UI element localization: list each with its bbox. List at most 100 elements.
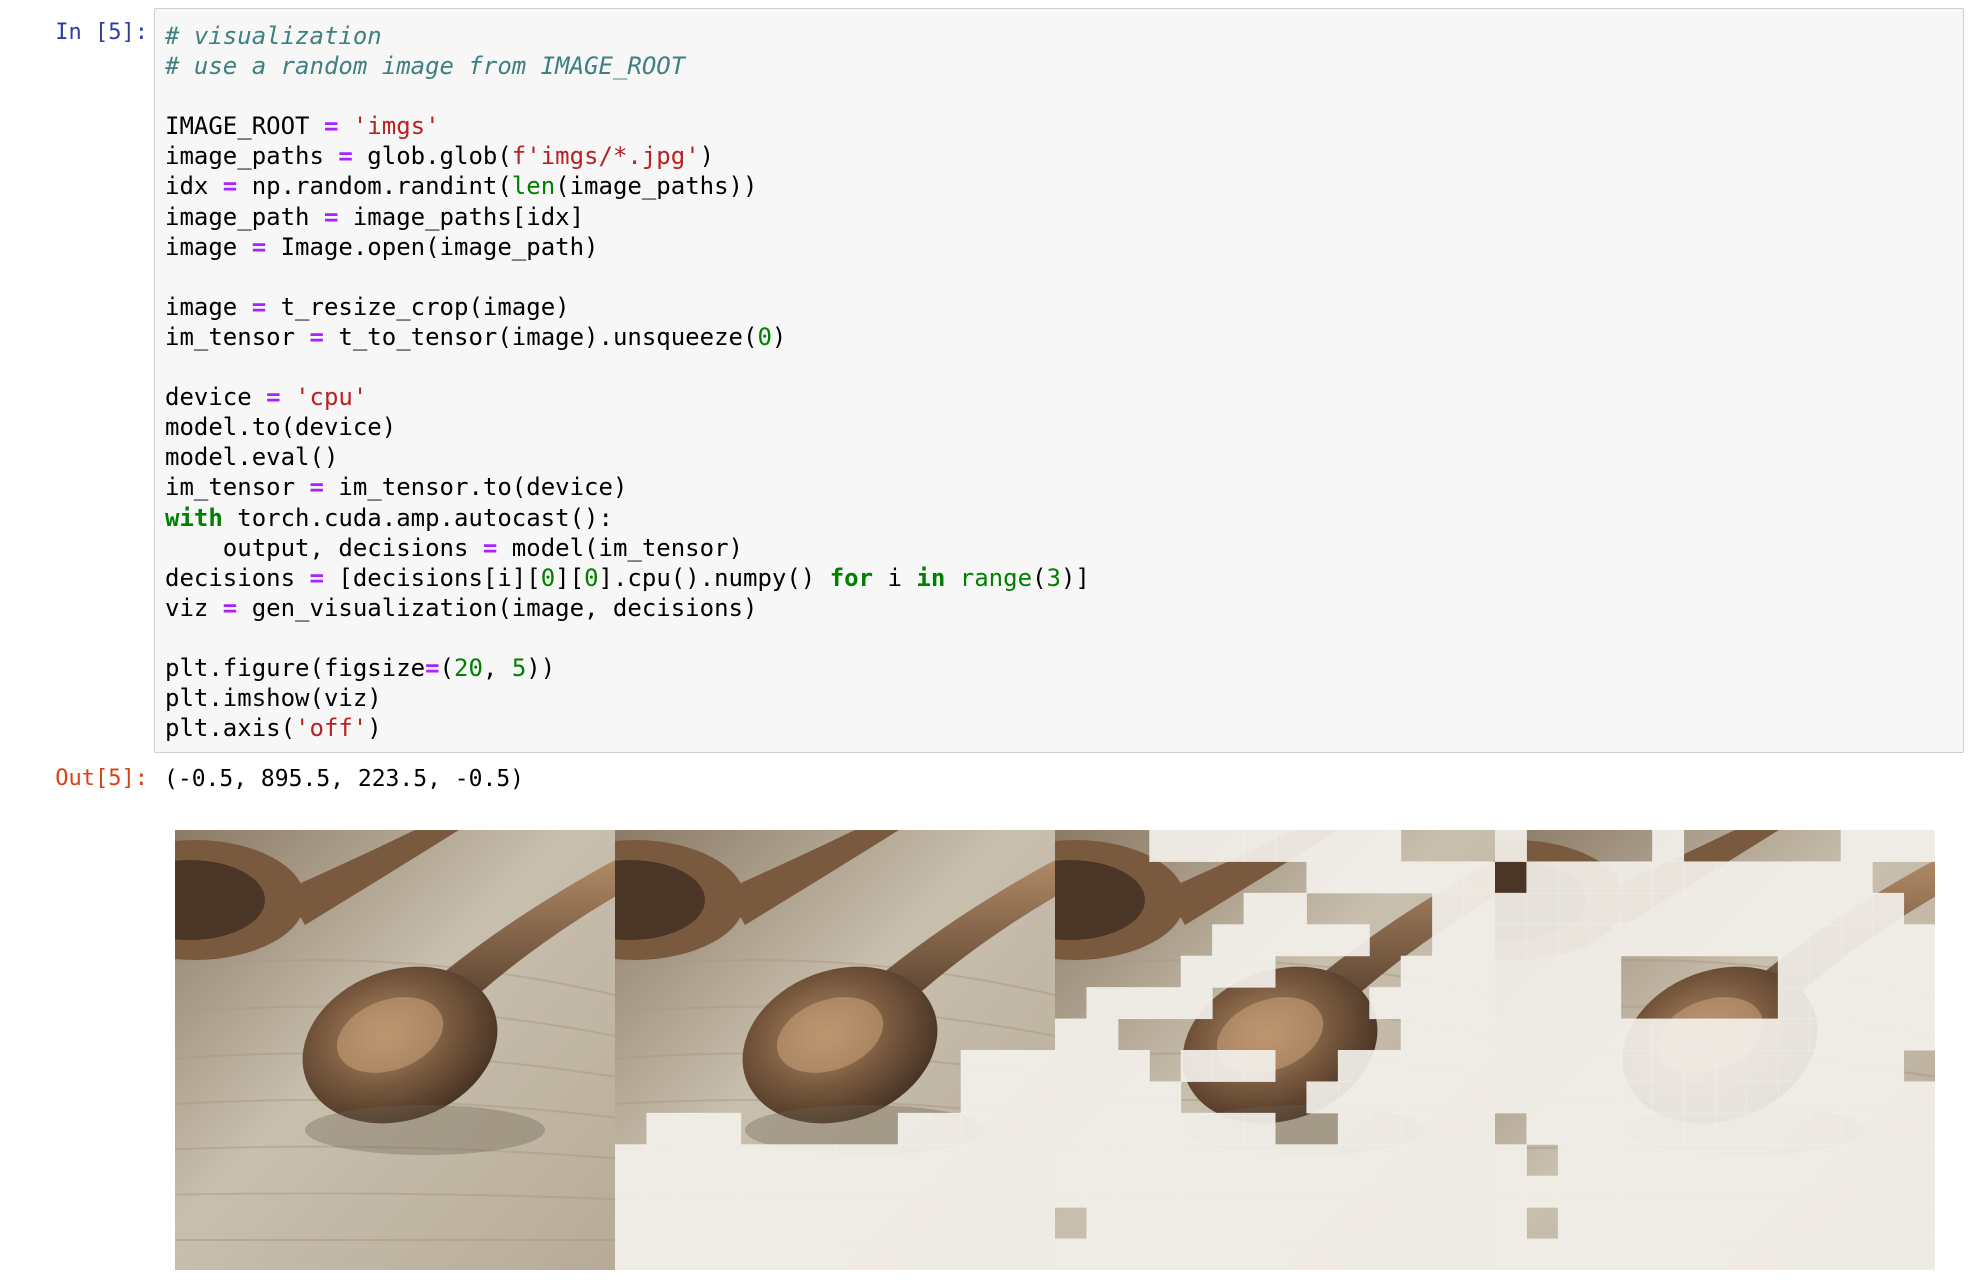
masked-patch [1872, 1112, 1905, 1145]
masked-patch [1652, 1112, 1685, 1145]
masked-patch [1055, 1144, 1087, 1177]
masked-patch [929, 1144, 962, 1177]
code-line: model.eval() [165, 442, 1090, 472]
masked-patch [740, 1207, 773, 1240]
masked-patch [1715, 1050, 1747, 1082]
code-token: = [425, 653, 440, 682]
masked-patch [803, 1207, 836, 1240]
code-token: 5 [511, 653, 527, 682]
code-cell-editor[interactable]: # visualization # use a random image from… [154, 8, 1964, 753]
masked-patch [1117, 1238, 1150, 1270]
code-line: output, decisions = model(im_tensor) [165, 533, 1090, 563]
visualization-image [175, 830, 1935, 1270]
masked-patch [1400, 955, 1433, 988]
masked-patch [1337, 1238, 1370, 1270]
masked-patch [1306, 1238, 1339, 1270]
masked-patch [1777, 924, 1810, 957]
code-token: glob.glob( [352, 142, 512, 171]
masked-patch [646, 1238, 679, 1270]
masked-patch [1589, 1144, 1622, 1177]
masked-patch [772, 1207, 805, 1240]
masked-patch [1212, 924, 1245, 957]
masked-patch [1243, 924, 1276, 957]
masked-patch [1149, 1238, 1182, 1270]
masked-patch [1495, 924, 1527, 957]
masked-patch [1117, 1207, 1150, 1240]
masked-patch [1432, 987, 1465, 1020]
masked-patch [615, 1144, 647, 1177]
masked-patch [1715, 1207, 1747, 1240]
masked-patch [1463, 924, 1495, 957]
code-token: model.to(device) [165, 413, 397, 442]
code-token: image_path [165, 202, 324, 231]
masked-patch [1652, 1238, 1685, 1270]
masked-patch [1400, 1050, 1433, 1082]
masked-patch [1432, 955, 1465, 988]
masked-patch [1777, 1050, 1810, 1082]
masked-patch [1840, 955, 1873, 988]
masked-patch [1055, 1112, 1087, 1145]
masked-patch [1117, 1050, 1150, 1082]
masked-patch [677, 1112, 710, 1145]
code-token: = [251, 232, 267, 261]
masked-patch [1306, 1144, 1339, 1177]
masked-patch [1526, 1018, 1559, 1051]
code-token: plt.axis( [165, 714, 296, 743]
masked-patch [1683, 861, 1716, 894]
code-token: idx [165, 172, 223, 201]
masked-patch [1432, 1018, 1465, 1051]
code-token: output, decisions [165, 533, 483, 562]
masked-patch [677, 1238, 710, 1270]
masked-patch [1400, 1238, 1433, 1270]
masked-patch [1620, 924, 1653, 957]
masked-patch [1746, 1112, 1779, 1145]
code-token: t_resize_crop(image) [266, 292, 570, 321]
masked-patch [1275, 924, 1307, 957]
code-token: # visualization [165, 22, 382, 50]
viz-panel [175, 830, 615, 1270]
masked-patch [1620, 1238, 1653, 1270]
masked-patch [1683, 924, 1716, 957]
masked-patch [1715, 1081, 1747, 1114]
masked-patch [1495, 987, 1527, 1020]
code-token: ( [439, 653, 454, 682]
masked-patch [1463, 861, 1495, 894]
masked-patch [1495, 892, 1527, 925]
masked-patch [1840, 1112, 1873, 1145]
masked-patch [1777, 1018, 1810, 1051]
masked-patch [1432, 1081, 1465, 1114]
masked-patch [1777, 1175, 1810, 1208]
code-token: )) [526, 653, 556, 682]
masked-patch [1400, 1207, 1433, 1240]
masked-patch [1746, 1018, 1779, 1051]
masked-patch [1337, 1050, 1370, 1082]
masked-patch [1243, 892, 1276, 925]
masked-patch [1746, 1207, 1779, 1240]
masked-patch [1652, 924, 1685, 957]
masked-patch [709, 1238, 742, 1270]
masked-patch [1809, 1018, 1842, 1051]
masked-patch [1840, 1050, 1873, 1082]
masked-patch [1683, 1018, 1716, 1051]
masked-patch [1275, 1175, 1307, 1208]
masked-patch [1337, 924, 1370, 957]
masked-patch [992, 1207, 1025, 1240]
masked-patch [1180, 1050, 1213, 1082]
masked-patch [1086, 1175, 1119, 1208]
masked-patch [1903, 955, 1935, 988]
code-token: )] [1060, 563, 1090, 592]
masked-patch [929, 1207, 962, 1240]
masked-patch [1526, 1112, 1559, 1145]
masked-patch [1872, 1081, 1905, 1114]
masked-patch [992, 1050, 1025, 1082]
masked-patch [1369, 1050, 1402, 1082]
masked-patch [835, 1207, 867, 1240]
masked-patch [929, 1112, 962, 1145]
masked-patch [1117, 987, 1150, 1020]
masked-patch [1180, 1175, 1213, 1208]
masked-patch [992, 1238, 1025, 1270]
masked-patch [1840, 1207, 1873, 1240]
masked-patch [960, 1207, 993, 1240]
